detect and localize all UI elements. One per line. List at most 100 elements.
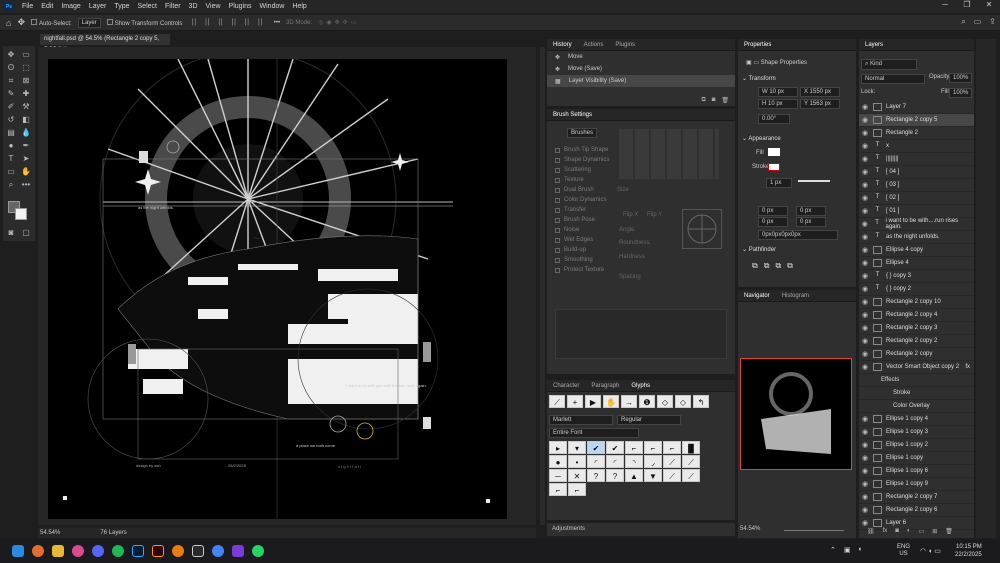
y-field[interactable]: Y 1563 px [800, 99, 840, 109]
adjustment-layer-icon[interactable]: ◐ [907, 528, 911, 535]
history-brush-icon[interactable]: ↺ [5, 114, 17, 125]
stroke-style-dropdown[interactable] [798, 180, 830, 182]
clock-time[interactable]: 10:15 PM [955, 543, 982, 551]
chart-app-icon[interactable] [192, 545, 204, 557]
glyph-cell[interactable]: ⟋ [663, 469, 681, 482]
fill-swatch[interactable] [768, 148, 780, 156]
tray-app-icon[interactable]: ▣ [844, 546, 851, 554]
visibility-eye-icon[interactable]: ◉ [859, 441, 871, 449]
brush-option[interactable]: Brush Tip Shape [547, 145, 617, 155]
layer-row[interactable]: ◉ T[ 03 ] [859, 179, 974, 192]
history-item[interactable]: ✥ Move (Save) [547, 63, 735, 75]
brush-option[interactable]: Texture [547, 175, 617, 185]
layer-row[interactable]: ◉ T{ } copy 2 [859, 283, 974, 296]
history-item[interactable]: ▦ Layer Visibility (Save) [547, 75, 735, 87]
glyph-cell[interactable]: ● [549, 455, 567, 468]
visibility-eye-icon[interactable]: ◉ [859, 103, 871, 111]
share-icon[interactable]: ⇪ [989, 17, 996, 27]
dodge-tool-icon[interactable]: ● [5, 140, 17, 151]
layer-filter-kind[interactable]: ⌕ Kind [861, 59, 917, 70]
layer-row[interactable]: ◉ Rectangle 2 copy 2 [859, 335, 974, 348]
effect-color-overlay-row[interactable]: Color Overlay [859, 400, 974, 413]
history-item[interactable]: ✥ Move [547, 51, 735, 63]
layer-row[interactable]: ◉ T |||||||| [859, 153, 974, 166]
brush-option[interactable]: Dual Brush [547, 185, 617, 195]
glyph-cell[interactable]: ✋ [603, 395, 619, 408]
glyph-cell[interactable]: ✕ [568, 469, 586, 482]
visibility-eye-icon[interactable]: ◉ [859, 116, 871, 124]
fx-icon[interactable]: fx [965, 364, 970, 370]
visibility-eye-icon[interactable]: ◉ [859, 155, 871, 163]
brush-option[interactable]: Smoothing [547, 255, 617, 265]
height-field[interactable]: H 10 px [758, 99, 798, 109]
corner-radius-3[interactable]: 0 px [758, 217, 788, 227]
glyph-cell[interactable]: ⟋ [682, 455, 700, 468]
visibility-eye-icon[interactable]: ◉ [859, 493, 871, 501]
tray-icon[interactable]: ◐ [859, 546, 863, 554]
visibility-eye-icon[interactable]: ◉ [859, 480, 871, 488]
quick-mask-icon[interactable]: ◙ [5, 227, 17, 238]
brush-angle-preview[interactable] [682, 209, 722, 249]
layer-row[interactable]: ◉ Ellipse 1 copy 4 [859, 413, 974, 426]
brush-option[interactable]: Color Dynamics [547, 195, 617, 205]
fill-opacity-field[interactable]: 100% [949, 88, 973, 98]
pen-tool-icon[interactable]: ✒ [20, 140, 32, 151]
menu-edit[interactable]: Edit [37, 3, 57, 10]
brush-tool-icon[interactable]: ✐ [5, 101, 17, 112]
intersect-shape-icon[interactable]: ⧉ [775, 261, 781, 271]
corner-radius-all[interactable]: 0px0px0px0px [758, 230, 838, 240]
gradient-tool-icon[interactable]: ▤ [5, 127, 17, 138]
angle-field[interactable]: 0.00° [758, 114, 790, 124]
visibility-eye-icon[interactable]: ◉ [859, 168, 871, 176]
menu-help[interactable]: Help [288, 3, 310, 10]
whatsapp-icon[interactable] [252, 545, 264, 557]
menu-window[interactable]: Window [256, 3, 289, 10]
glyph-cell[interactable]: ─ [549, 469, 567, 482]
menu-view[interactable]: View [202, 3, 225, 10]
keyboard-region[interactable]: US [897, 551, 910, 558]
object-select-tool-icon[interactable]: ⬚ [20, 62, 32, 73]
glyph-cell[interactable]: → [621, 395, 637, 408]
tab-histogram[interactable]: Histogram [776, 293, 815, 299]
language-code[interactable]: ENG [897, 544, 910, 551]
type-tool-icon[interactable]: T [5, 153, 17, 164]
blender-icon[interactable] [172, 545, 184, 557]
corner-radius-4[interactable]: 0 px [796, 217, 826, 227]
effects-row[interactable]: Effects [859, 374, 974, 387]
move-tool-icon[interactable]: ✥ [17, 17, 25, 28]
layer-row[interactable]: ◉ T[ 04 ] [859, 166, 974, 179]
tab-actions[interactable]: Actions [578, 42, 610, 48]
blend-mode-dropdown[interactable]: Normal [861, 74, 925, 84]
layer-row[interactable]: ◉ Ti want to be with....run rises again. [859, 218, 974, 231]
tab-plugins[interactable]: Plugins [609, 42, 641, 48]
eraser-tool-icon[interactable]: ◧ [20, 114, 32, 125]
brush-presets-grid[interactable] [619, 129, 719, 179]
layer-row[interactable]: ◉ Rectangle 2 copy 6 [859, 504, 974, 517]
brush-option[interactable]: Transfer [547, 205, 617, 215]
brush-option[interactable]: Scattering [547, 165, 617, 175]
visibility-eye-icon[interactable]: ◉ [859, 467, 871, 475]
brush-option[interactable]: Shape Dynamics [547, 155, 617, 165]
crop-tool-icon[interactable]: ⌗ [5, 75, 17, 86]
stroke-swatch[interactable] [768, 163, 780, 171]
visibility-eye-icon[interactable]: ◉ [859, 194, 871, 202]
group-icon[interactable]: ▭ [919, 528, 925, 535]
glyph-cell[interactable]: █ [682, 441, 700, 454]
link-layers-icon[interactable]: ⛓ [867, 528, 875, 535]
corner-radius-1[interactable]: 0 px [758, 206, 788, 216]
layer-row[interactable]: ◉ T{ } copy 3 [859, 270, 974, 283]
more-icon[interactable]: ••• [274, 20, 280, 26]
visibility-eye-icon[interactable]: ◉ [859, 285, 871, 293]
glyph-cell[interactable]: ▲ [625, 469, 643, 482]
brush-option[interactable]: Protect Texture [547, 265, 617, 275]
visibility-eye-icon[interactable]: ◉ [859, 259, 871, 267]
brushes-button[interactable]: Brushes [567, 128, 598, 138]
font-style-dropdown[interactable]: Regular [617, 415, 681, 425]
canvas-vertical-scrollbar[interactable] [540, 47, 545, 525]
menu-select[interactable]: Select [134, 3, 161, 10]
flip-x-checkbox[interactable]: Flip X [623, 212, 638, 218]
glyph-cell[interactable]: ⌐ [549, 483, 567, 496]
photoshop-taskbar-icon[interactable] [132, 545, 144, 557]
rectangle-tool-icon[interactable]: ▭ [5, 166, 17, 177]
menu-filter[interactable]: Filter [161, 3, 185, 10]
